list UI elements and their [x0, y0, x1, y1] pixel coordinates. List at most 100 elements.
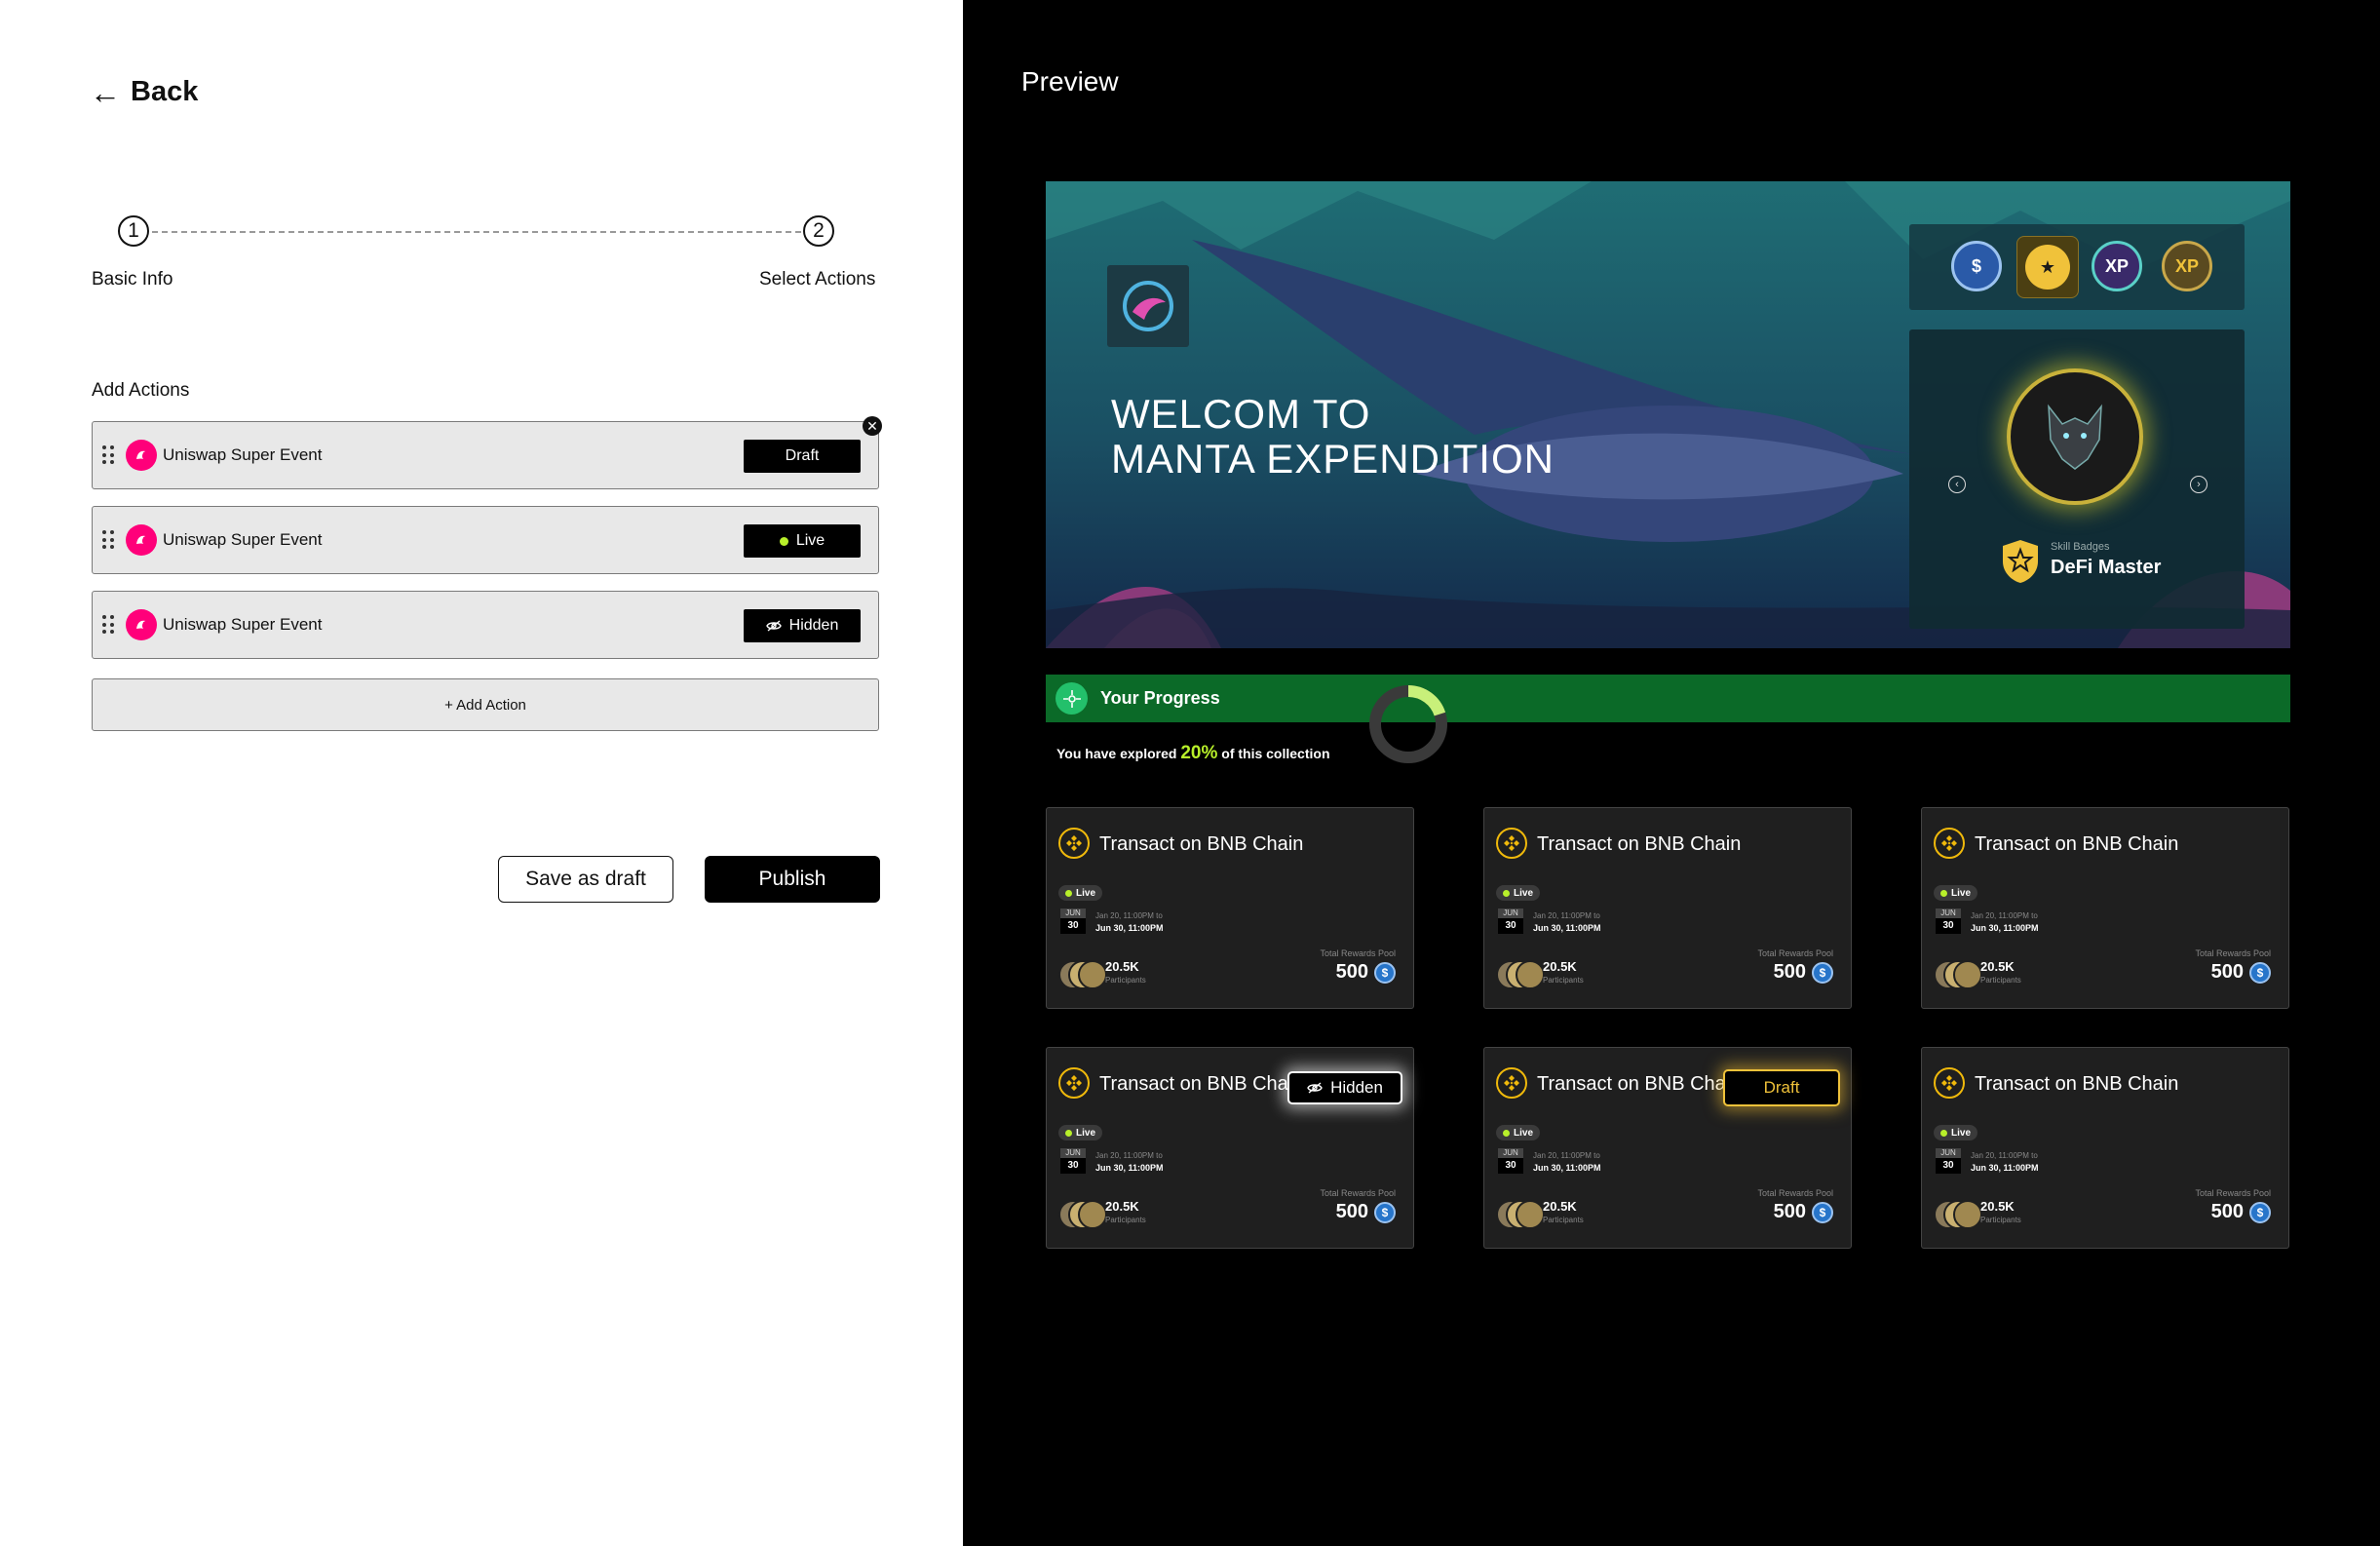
step-1-circle[interactable]: 1	[118, 215, 149, 247]
drag-handle-icon[interactable]	[102, 615, 114, 635]
date-day: 30	[1060, 1158, 1086, 1174]
chevron-right-icon[interactable]: ›	[2190, 476, 2207, 493]
back-label: Back	[131, 76, 199, 107]
progress-title: Your Progress	[1100, 688, 1220, 708]
participants-label: Participants	[1543, 1216, 1584, 1224]
action-card[interactable]: Transact on BNB Chain Live JUN 30 Jan 20, 11…	[1046, 1047, 1414, 1249]
participant-count: 20.5K	[1543, 1199, 1577, 1214]
participant-avatars	[1058, 960, 1107, 989]
live-badge: Live	[1058, 885, 1103, 901]
section-title: Add Actions	[92, 380, 190, 401]
participant-avatars	[1496, 960, 1545, 989]
date-end: Jun 30, 11:00PM	[1971, 1163, 2039, 1173]
live-label: Live	[1514, 887, 1534, 899]
action-card[interactable]: Transact on BNB Chain Live JUN 30 Jan 20, 11…	[1046, 807, 1414, 1009]
bnb-icon	[1058, 1067, 1090, 1099]
progress-text: You have explored 20% of this collection	[1056, 743, 1330, 764]
date-end: Jun 30, 11:00PM	[1095, 1163, 1164, 1173]
participant-avatars	[1934, 1200, 1982, 1229]
participants-label: Participants	[1543, 976, 1584, 985]
card-title: Transact on BNB Chain	[1537, 1073, 1742, 1095]
close-icon[interactable]: ✕	[863, 416, 882, 436]
event-banner: WELCOM TO MANTA EXPENDITION $ ★ XP XP ‹ …	[1046, 181, 2290, 648]
shield-star-icon	[2003, 540, 2038, 583]
back-button[interactable]: ← Back	[90, 76, 198, 108]
avatar	[1953, 960, 1982, 989]
action-card[interactable]: Transact on BNB Chain Live JUN 30 Jan 20, 11…	[1483, 807, 1852, 1009]
date-calendar: JUN 30	[1936, 908, 1961, 936]
progress-donut	[1369, 685, 1447, 763]
uniswap-icon	[126, 524, 157, 556]
step-2-circle[interactable]: 2	[803, 215, 834, 247]
live-label: Live	[1951, 1127, 1972, 1139]
skill-badge-name: DeFi Master	[2051, 557, 2162, 578]
badge-slot-xp-gold[interactable]: XP	[2157, 236, 2217, 296]
live-dot-icon	[1940, 1129, 1947, 1137]
dollar-badge-icon: $	[1951, 241, 2002, 291]
date-month: JUN	[1060, 1148, 1086, 1158]
usdc-icon: $	[1812, 962, 1833, 984]
badge-slot-dollar[interactable]: $	[1946, 236, 2007, 296]
bnb-icon	[1058, 828, 1090, 859]
bnb-icon	[1934, 828, 1965, 859]
status-hidden-button[interactable]: Hidden	[744, 609, 861, 642]
rewards-pool-value: 500	[2210, 961, 2244, 983]
live-label: Live	[1514, 1127, 1534, 1139]
drag-handle-icon[interactable]	[102, 530, 114, 550]
status-live-button[interactable]: Live	[744, 524, 861, 558]
progress-text-after: of this collection	[1217, 746, 1330, 761]
preview-title: Preview	[1021, 66, 1119, 97]
date-day: 30	[1498, 918, 1523, 934]
badge-slot-xp[interactable]: XP	[2087, 236, 2147, 296]
status-draft-tag[interactable]: Draft	[1723, 1069, 1840, 1106]
badge-slot-star[interactable]: ★	[2016, 236, 2079, 298]
date-range: Jan 20, 11:00PM to	[1095, 1151, 1163, 1160]
action-card[interactable]: Transact on BNB Chain Live JUN 30 Jan 20, 11…	[1921, 807, 2289, 1009]
xp-badge-icon: XP	[2092, 241, 2142, 291]
rewards-pool-value: 500	[1773, 1201, 1806, 1222]
overlay-label: Hidden	[1330, 1078, 1383, 1097]
rewards-pool-value: 500	[2210, 1201, 2244, 1222]
card-title: Transact on BNB Chain	[1099, 833, 1304, 855]
avatar	[1516, 1200, 1545, 1229]
date-calendar: JUN 30	[1498, 908, 1523, 936]
participants-label: Participants	[1980, 976, 2021, 985]
date-calendar: JUN 30	[1498, 1148, 1523, 1176]
avatar	[1078, 1200, 1107, 1229]
participant-count: 20.5K	[1980, 959, 2015, 974]
participants-label: Participants	[1105, 1216, 1146, 1224]
date-month: JUN	[1498, 1148, 1523, 1158]
publish-button[interactable]: Publish	[705, 856, 880, 903]
participant-count: 20.5K	[1105, 1199, 1139, 1214]
progress-icon	[1056, 682, 1088, 715]
chevron-left-icon[interactable]: ‹	[1948, 476, 1966, 493]
date-end: Jun 30, 11:00PM	[1533, 923, 1601, 933]
usdc-icon: $	[2249, 962, 2271, 984]
live-badge: Live	[1934, 1125, 1978, 1140]
avatar	[1953, 1200, 1982, 1229]
save-draft-button[interactable]: Save as draft	[498, 856, 673, 903]
date-day: 30	[1498, 1158, 1523, 1174]
action-row[interactable]: Uniswap Super Event Hidden	[92, 591, 879, 659]
status-draft-button[interactable]: Draft	[744, 440, 861, 473]
action-label: Uniswap Super Event	[163, 615, 323, 634]
action-card[interactable]: Transact on BNB Chain Live JUN 30 Jan 20, 11…	[1921, 1047, 2289, 1249]
status-hidden-tag[interactable]: Hidden	[1287, 1071, 1402, 1104]
action-card[interactable]: Transact on BNB Chain Live JUN 30 Jan 20, 11…	[1483, 1047, 1852, 1249]
progress-text-before: You have explored	[1056, 746, 1181, 761]
action-row[interactable]: Uniswap Super Event Draft	[92, 421, 879, 489]
date-range: Jan 20, 11:00PM to	[1095, 911, 1163, 920]
usdc-icon: $	[1374, 1202, 1396, 1223]
live-dot-icon	[1065, 889, 1072, 897]
status-label: Live	[795, 532, 825, 549]
add-action-button[interactable]: + Add Action	[92, 678, 879, 731]
preview-panel: Preview WELCOM TO MANTA EXPENDITION $ ★ …	[963, 0, 2380, 1546]
rewards-pool-value: 500	[1773, 961, 1806, 983]
participants-label: Participants	[1980, 1216, 2021, 1224]
arrow-left-icon: ←	[90, 74, 121, 110]
status-label: Hidden	[788, 617, 839, 634]
progress-header: Your Progress	[1046, 675, 2290, 722]
drag-handle-icon[interactable]	[102, 445, 114, 465]
live-label: Live	[1076, 1127, 1096, 1139]
action-row[interactable]: Uniswap Super Event Live	[92, 506, 879, 574]
